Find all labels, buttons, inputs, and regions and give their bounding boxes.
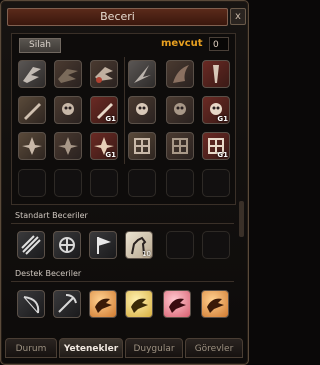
empty-skill-slot[interactable] [18, 169, 46, 197]
grade-badge: G1 [217, 151, 228, 159]
skill-rune-5-icon[interactable] [166, 132, 194, 160]
skill-wing-4-icon[interactable] [128, 60, 156, 88]
skills-window: Beceri x Silah mevcut 0 G1 G1 G1 G1 Stan… [0, 0, 249, 365]
skill-rune-2-icon[interactable] [54, 132, 82, 160]
close-button[interactable]: x [230, 8, 246, 25]
support-skill-bow-icon[interactable] [17, 290, 45, 318]
window-title: Beceri [100, 10, 135, 23]
tab-gorevler[interactable]: Görevler [185, 338, 243, 358]
skill-skull-1-icon[interactable] [54, 96, 82, 124]
skill-skull-3-icon[interactable] [166, 96, 194, 124]
skill-skull-2-icon[interactable] [128, 96, 156, 124]
standard-skill-flag-icon[interactable] [89, 231, 117, 259]
scrollbar-thumb[interactable] [239, 201, 244, 237]
support-skill-dragon-2-icon[interactable] [125, 290, 153, 318]
skill-wing-1-icon[interactable] [18, 60, 46, 88]
skill-wing-2-icon[interactable] [54, 60, 82, 88]
support-skill-dragon-3-icon[interactable] [163, 290, 191, 318]
skill-wing-6-icon[interactable] [202, 60, 230, 88]
skill-rune-3-icon[interactable]: G1 [90, 132, 118, 160]
empty-skill-slot[interactable] [166, 169, 194, 197]
skill-sword-1-icon[interactable] [18, 96, 46, 124]
skill-rune-6-icon[interactable]: G1 [202, 132, 230, 160]
section-divider [11, 281, 234, 282]
tab-duygular[interactable]: Duygular [125, 338, 183, 358]
available-points-value: 0 [209, 37, 229, 51]
grade-badge: G1 [105, 151, 116, 159]
empty-skill-slot[interactable] [166, 231, 194, 259]
empty-skill-slot[interactable] [202, 231, 230, 259]
support-skill-pickaxe-icon[interactable] [53, 290, 81, 318]
column-divider [124, 57, 125, 164]
level-badge: 10 [142, 250, 151, 258]
grade-badge: G1 [217, 115, 228, 123]
empty-skill-slot[interactable] [202, 169, 230, 197]
weapon-group-tab[interactable]: Silah [19, 38, 61, 53]
tab-yetenekler[interactable]: Yetenekler [59, 338, 123, 358]
support-skill-dragon-1-icon[interactable] [89, 290, 117, 318]
skill-rune-1-icon[interactable] [18, 132, 46, 160]
skill-skull-4-icon[interactable]: G1 [202, 96, 230, 124]
skill-sword-2-icon[interactable]: G1 [90, 96, 118, 124]
standard-skill-knot-icon[interactable] [53, 231, 81, 259]
standard-skills-title: Standart Beceriler [15, 211, 88, 220]
standard-skill-horse-icon[interactable]: 10 [125, 231, 153, 259]
skill-wing-5-icon[interactable] [166, 60, 194, 88]
grade-badge: G1 [105, 115, 116, 123]
skill-wing-3-icon[interactable] [90, 60, 118, 88]
support-skill-dragon-4-icon[interactable] [201, 290, 229, 318]
empty-skill-slot[interactable] [54, 169, 82, 197]
empty-skill-slot[interactable] [90, 169, 118, 197]
standard-skill-slash-icon[interactable] [17, 231, 45, 259]
title-bar[interactable]: Beceri [7, 8, 228, 26]
support-skills-title: Destek Beceriler [15, 269, 82, 278]
available-points-label: mevcut [161, 38, 203, 49]
skill-rune-4-icon[interactable] [128, 132, 156, 160]
empty-skill-slot[interactable] [128, 169, 156, 197]
tab-durum[interactable]: Durum [5, 338, 57, 358]
section-divider [11, 223, 234, 224]
